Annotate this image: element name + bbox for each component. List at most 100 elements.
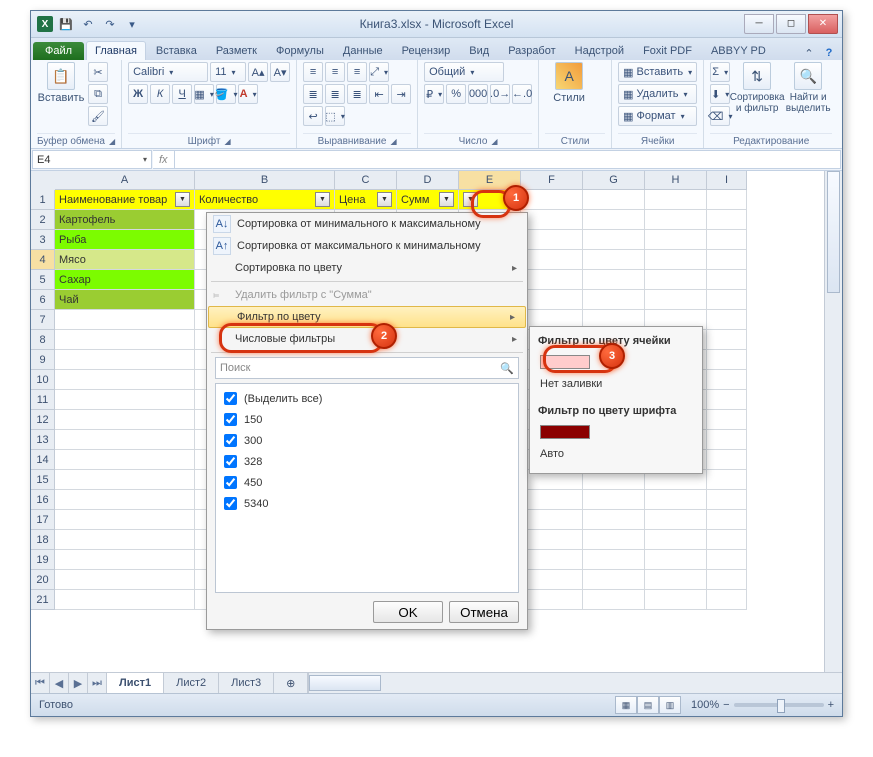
row-header-4[interactable]: 4: [31, 250, 55, 270]
cell-A14[interactable]: [55, 450, 195, 470]
zoom-control[interactable]: 100% − +: [691, 699, 834, 711]
col-header-F[interactable]: F: [521, 171, 583, 190]
cell-I2[interactable]: [707, 210, 747, 230]
sheet-nav-first-icon[interactable]: ⏮: [31, 673, 50, 693]
row-header-5[interactable]: 5: [31, 270, 55, 290]
delete-cells-button[interactable]: ▦Удалить: [618, 84, 697, 104]
border-icon[interactable]: ▦: [194, 84, 214, 104]
cell-A2[interactable]: Картофель: [55, 210, 195, 230]
filter-checkbox[interactable]: [224, 413, 237, 426]
font-name-combo[interactable]: Calibri: [128, 62, 208, 82]
sort-desc-item[interactable]: A↑ Сортировка от максимального к минимал…: [207, 235, 527, 257]
cell-G20[interactable]: [583, 570, 645, 590]
tab-данные[interactable]: Данные: [334, 41, 392, 60]
align-bottom-icon[interactable]: ≡: [347, 62, 367, 82]
shrink-font-icon[interactable]: A▾: [270, 62, 290, 82]
cell-G2[interactable]: [583, 210, 645, 230]
cell-F6[interactable]: [521, 290, 583, 310]
cell-F3[interactable]: [521, 230, 583, 250]
cell-A6[interactable]: Чай: [55, 290, 195, 310]
cell-G3[interactable]: [583, 230, 645, 250]
sort-by-color-item[interactable]: Сортировка по цвету ▸: [207, 257, 527, 279]
maximize-button[interactable]: ◻: [776, 14, 806, 34]
font-color-auto-item[interactable]: Авто: [536, 443, 696, 465]
cell-H19[interactable]: [645, 550, 707, 570]
filter-ok-button[interactable]: OK: [373, 601, 443, 623]
cell-F19[interactable]: [521, 550, 583, 570]
tab-вставка[interactable]: Вставка: [147, 41, 206, 60]
comma-icon[interactable]: 000: [468, 84, 488, 104]
zoom-slider[interactable]: [734, 703, 824, 707]
row-header-14[interactable]: 14: [31, 450, 55, 470]
cell-I20[interactable]: [707, 570, 747, 590]
ribbon-minimize-icon[interactable]: ⌃: [802, 46, 816, 60]
filter-cancel-button[interactable]: Отмена: [449, 601, 519, 623]
filter-search-input[interactable]: Поиск 🔍: [215, 357, 519, 379]
paste-button[interactable]: 📋 Вставить: [37, 62, 85, 104]
row-header-10[interactable]: 10: [31, 370, 55, 390]
cell-I3[interactable]: [707, 230, 747, 250]
indent-dec-icon[interactable]: ⇤: [369, 84, 389, 104]
number-format-combo[interactable]: Общий: [424, 62, 504, 82]
cell-H2[interactable]: [645, 210, 707, 230]
sheet-nav-last-icon[interactable]: ⏭: [88, 673, 107, 693]
sheet-tab-Лист1[interactable]: Лист1: [107, 673, 164, 693]
row-header-12[interactable]: 12: [31, 410, 55, 430]
cell-D1[interactable]: Сумм▼: [397, 190, 459, 210]
sheet-nav-next-icon[interactable]: ▶: [69, 673, 88, 693]
row-header-7[interactable]: 7: [31, 310, 55, 330]
filter-value-item[interactable]: 450: [220, 472, 514, 493]
cell-I1[interactable]: [707, 190, 747, 210]
underline-button[interactable]: Ч: [172, 84, 192, 104]
tab-вид[interactable]: Вид: [460, 41, 498, 60]
align-top-icon[interactable]: ≡: [303, 62, 323, 82]
cell-H1[interactable]: [645, 190, 707, 210]
cell-F5[interactable]: [521, 270, 583, 290]
sheet-tab-Лист2[interactable]: Лист2: [164, 673, 219, 693]
cell-F16[interactable]: [521, 490, 583, 510]
filter-button-icon[interactable]: ▼: [175, 192, 190, 207]
fill-icon[interactable]: ⬇: [710, 84, 730, 104]
cell-G18[interactable]: [583, 530, 645, 550]
cell-F21[interactable]: [521, 590, 583, 610]
orientation-icon[interactable]: ⤢: [369, 62, 389, 82]
cell-A16[interactable]: [55, 490, 195, 510]
format-painter-icon[interactable]: 🖌: [88, 106, 108, 126]
close-button[interactable]: ✕: [808, 14, 838, 34]
cell-A21[interactable]: [55, 590, 195, 610]
col-header-G[interactable]: G: [583, 171, 645, 190]
formula-bar[interactable]: [175, 150, 841, 169]
cell-I5[interactable]: [707, 270, 747, 290]
cell-G5[interactable]: [583, 270, 645, 290]
view-normal-icon[interactable]: ▦: [615, 696, 637, 714]
font-color-icon[interactable]: A: [238, 84, 258, 104]
cut-icon[interactable]: ✂: [88, 62, 108, 82]
italic-button[interactable]: К: [150, 84, 170, 104]
dec-decimal-icon[interactable]: ←.0: [512, 84, 532, 104]
row-header-15[interactable]: 15: [31, 470, 55, 490]
worksheet-grid[interactable]: ABCDEFGHI 123456789101112131415161718192…: [31, 171, 842, 672]
row-header-8[interactable]: 8: [31, 330, 55, 350]
cell-H6[interactable]: [645, 290, 707, 310]
filter-checkbox[interactable]: [224, 455, 237, 468]
wrap-text-icon[interactable]: ↩: [303, 106, 323, 126]
cell-F2[interactable]: [521, 210, 583, 230]
bold-button[interactable]: Ж: [128, 84, 148, 104]
cell-I17[interactable]: [707, 510, 747, 530]
qat-undo-icon[interactable]: ↶: [79, 15, 97, 33]
row-header-19[interactable]: 19: [31, 550, 55, 570]
cell-A5[interactable]: Сахар: [55, 270, 195, 290]
view-layout-icon[interactable]: ▤: [637, 696, 659, 714]
cell-I16[interactable]: [707, 490, 747, 510]
align-middle-icon[interactable]: ≡: [325, 62, 345, 82]
format-cells-button[interactable]: ▦Формат: [618, 106, 697, 126]
cell-I13[interactable]: [707, 430, 747, 450]
tab-рецензир[interactable]: Рецензир: [393, 41, 460, 60]
filter-values-list[interactable]: (Выделить все)1503003284505340: [215, 383, 519, 593]
cell-B1[interactable]: Количество▼: [195, 190, 335, 210]
tab-разметк[interactable]: Разметк: [207, 41, 266, 60]
tab-главная[interactable]: Главная: [86, 41, 146, 60]
filter-checkbox[interactable]: [224, 476, 237, 489]
cell-I11[interactable]: [707, 390, 747, 410]
cell-A19[interactable]: [55, 550, 195, 570]
